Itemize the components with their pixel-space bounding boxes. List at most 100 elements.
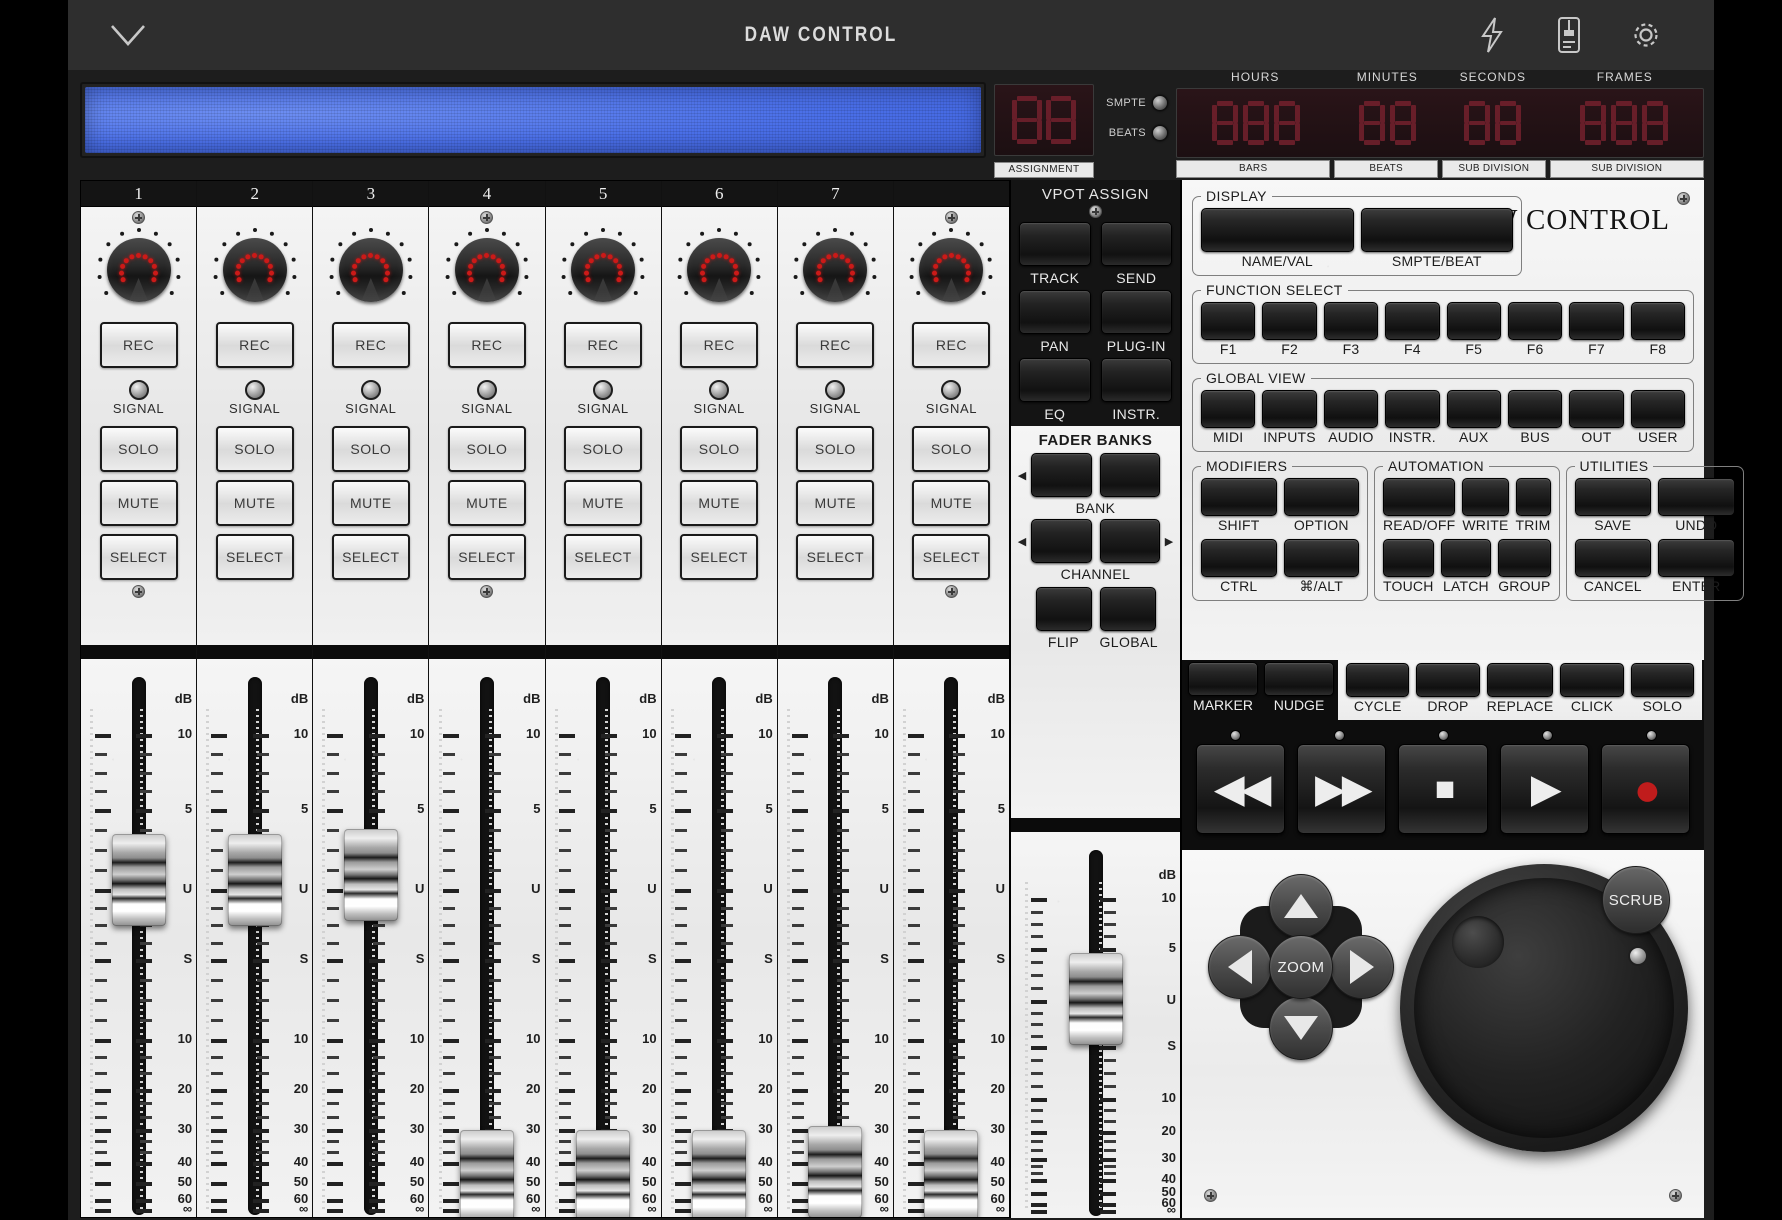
select-button-5[interactable]: SELECT xyxy=(564,534,643,580)
vpot-knob[interactable] xyxy=(327,226,415,314)
marker-button[interactable] xyxy=(1188,662,1258,696)
fader-7-handle[interactable] xyxy=(808,1126,863,1217)
solo-button-3[interactable]: SOLO xyxy=(331,426,410,472)
save-button[interactable] xyxy=(1574,478,1652,516)
ctrl-button[interactable] xyxy=(1201,539,1277,577)
record-button[interactable]: ● xyxy=(1600,744,1691,834)
rec-button-3[interactable]: REC xyxy=(331,322,410,368)
channel-left-button[interactable] xyxy=(1031,519,1092,563)
name-val-button[interactable] xyxy=(1201,208,1354,252)
solo-button-2[interactable]: SOLO xyxy=(215,426,294,472)
f1-button[interactable] xyxy=(1201,302,1256,340)
solo-button-7[interactable]: SOLO xyxy=(796,426,875,472)
mute-button-3[interactable]: MUTE xyxy=(331,480,410,526)
timecode-mode-beats[interactable]: BEATS xyxy=(1102,118,1168,148)
write-button[interactable] xyxy=(1462,478,1509,516)
solo-button-1[interactable]: SOLO xyxy=(99,426,178,472)
global-button[interactable] xyxy=(1099,587,1156,631)
rec-button-4[interactable]: REC xyxy=(447,322,526,368)
smpte-beat-button[interactable] xyxy=(1360,208,1513,252)
undo-button[interactable] xyxy=(1658,478,1735,516)
select-button-6[interactable]: SELECT xyxy=(680,534,759,580)
global-view-out-button[interactable] xyxy=(1569,390,1624,428)
vpot-knob[interactable] xyxy=(559,226,647,314)
forward-button[interactable]: ▶▶ xyxy=(1297,744,1387,834)
vpot-knob[interactable] xyxy=(791,226,879,314)
bank-left-button[interactable] xyxy=(1031,453,1092,497)
solo-button-4[interactable]: SOLO xyxy=(447,426,526,472)
select-button-2[interactable]: SELECT xyxy=(215,534,294,580)
cycle-button[interactable] xyxy=(1346,663,1410,697)
lcd-screen[interactable] xyxy=(85,87,981,153)
fader-5-handle[interactable] xyxy=(576,1130,631,1217)
channel-right-button[interactable] xyxy=(1099,519,1160,563)
vpot-knob[interactable] xyxy=(675,226,763,314)
select-button-1[interactable]: SELECT xyxy=(99,534,178,580)
nudge-button[interactable] xyxy=(1264,662,1334,696)
fader-2-handle[interactable] xyxy=(227,833,282,926)
master-fader-handle[interactable] xyxy=(1068,952,1123,1045)
mute-button-4[interactable]: MUTE xyxy=(447,480,526,526)
select-button-8[interactable]: SELECT xyxy=(912,534,991,580)
mute-button-1[interactable]: MUTE xyxy=(99,480,178,526)
read-off-button[interactable] xyxy=(1383,478,1456,516)
cmd-alt-button[interactable] xyxy=(1283,539,1359,577)
mute-button-7[interactable]: MUTE xyxy=(796,480,875,526)
select-button-7[interactable]: SELECT xyxy=(796,534,875,580)
fader-4-handle[interactable] xyxy=(459,1130,514,1217)
fader-1-handle[interactable] xyxy=(111,833,166,926)
nav-left-button[interactable] xyxy=(1208,935,1272,999)
rec-button-7[interactable]: REC xyxy=(796,322,875,368)
fader-6-handle[interactable] xyxy=(692,1130,747,1217)
solo-button[interactable] xyxy=(1630,663,1695,697)
click-button[interactable] xyxy=(1560,663,1624,697)
global-view-user-button[interactable] xyxy=(1630,390,1685,428)
mute-button-8[interactable]: MUTE xyxy=(912,480,991,526)
vpot-knob[interactable] xyxy=(95,226,183,314)
flip-button[interactable] xyxy=(1035,587,1092,631)
rec-button-1[interactable]: REC xyxy=(99,322,178,368)
f3-button[interactable] xyxy=(1323,302,1379,340)
vpot-knob[interactable] xyxy=(211,226,299,314)
group-button[interactable] xyxy=(1498,539,1551,577)
rec-button-6[interactable]: REC xyxy=(680,322,759,368)
f4-button[interactable] xyxy=(1385,302,1440,340)
select-button-3[interactable]: SELECT xyxy=(331,534,410,580)
mute-button-5[interactable]: MUTE xyxy=(564,480,643,526)
trim-button[interactable] xyxy=(1515,478,1551,516)
mute-button-6[interactable]: MUTE xyxy=(680,480,759,526)
vpot-assign-track-button[interactable] xyxy=(1019,222,1091,266)
bank-right-button[interactable] xyxy=(1099,453,1160,497)
collapse-button[interactable] xyxy=(68,22,188,48)
rec-button-2[interactable]: REC xyxy=(215,322,294,368)
solo-button-8[interactable]: SOLO xyxy=(912,426,991,472)
f7-button[interactable] xyxy=(1569,302,1624,340)
vpot-assign-instr-button[interactable] xyxy=(1100,358,1172,402)
bolt-icon[interactable] xyxy=(1469,12,1515,58)
vpot-assign-eq-button[interactable] xyxy=(1019,358,1091,402)
nav-right-button[interactable] xyxy=(1330,935,1394,999)
rec-button-8[interactable]: REC xyxy=(912,322,991,368)
shift-button[interactable] xyxy=(1201,478,1277,516)
gear-icon[interactable] xyxy=(1623,12,1669,58)
fader-8-handle[interactable] xyxy=(924,1130,979,1217)
select-button-4[interactable]: SELECT xyxy=(447,534,526,580)
f2-button[interactable] xyxy=(1262,302,1317,340)
f8-button[interactable] xyxy=(1630,302,1685,340)
global-view-instr-button[interactable] xyxy=(1385,390,1440,428)
option-button[interactable] xyxy=(1283,478,1359,516)
replace-button[interactable] xyxy=(1486,663,1554,697)
global-view-inputs-button[interactable] xyxy=(1262,390,1317,428)
scrub-button[interactable]: SCRUB xyxy=(1602,866,1670,934)
nav-up-button[interactable] xyxy=(1269,874,1333,938)
global-view-midi-button[interactable] xyxy=(1201,390,1256,428)
vpot-knob[interactable] xyxy=(907,226,995,314)
f5-button[interactable] xyxy=(1446,302,1501,340)
global-view-aux-button[interactable] xyxy=(1446,390,1501,428)
global-view-bus-button[interactable] xyxy=(1507,390,1563,428)
mute-button-2[interactable]: MUTE xyxy=(215,480,294,526)
global-view-audio-button[interactable] xyxy=(1323,390,1379,428)
latch-button[interactable] xyxy=(1440,539,1492,577)
touch-button[interactable] xyxy=(1383,539,1434,577)
vpot-knob[interactable] xyxy=(443,226,531,314)
